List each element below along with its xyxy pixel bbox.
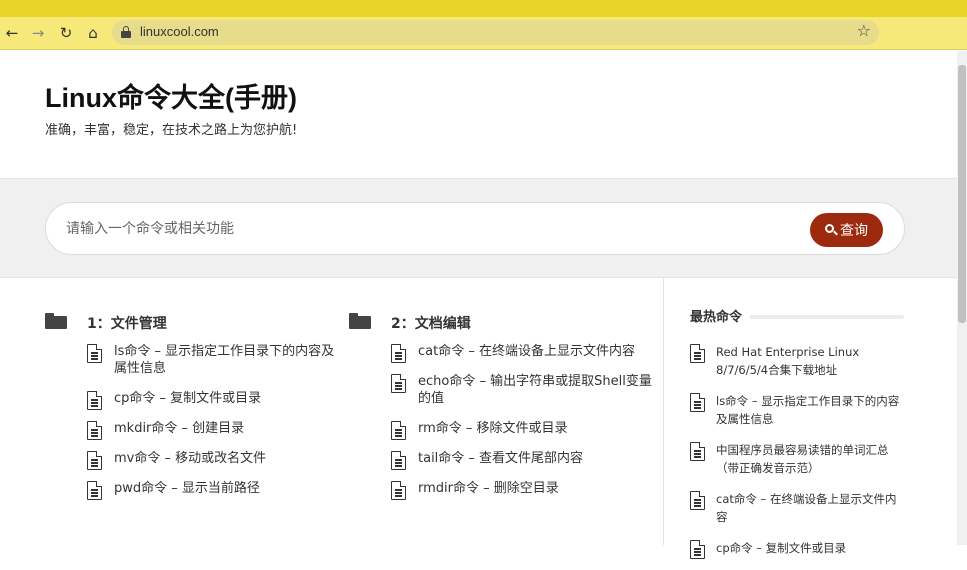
sidebar-title: 最热命令 [690, 306, 905, 326]
document-icon [391, 451, 406, 470]
command-link-text[interactable]: mv命令 – 移动或改名文件 [114, 451, 266, 466]
folder-icon [349, 313, 371, 329]
document-icon [87, 481, 102, 500]
home-icon[interactable]: ⌂ [82, 22, 104, 44]
command-link[interactable]: rm命令 – 移除文件或目录 [391, 420, 653, 440]
page-content: Linux命令大全(手册) 准确，丰富，稳定，在技术之路上为您护航! 查询 1：… [0, 51, 957, 559]
folder-icon [45, 313, 67, 329]
search-section: 查询 [0, 178, 957, 278]
hot-command-text[interactable]: ls命令 – 显示指定工作目录下的内容及属性信息 [716, 394, 899, 426]
document-icon [690, 491, 705, 510]
document-icon [690, 393, 705, 412]
scrollbar-thumb[interactable] [958, 65, 966, 323]
command-link-text[interactable]: rmdir命令 – 删除空目录 [418, 481, 559, 496]
bookmark-star-icon[interactable]: ☆ [857, 21, 871, 40]
document-icon [690, 540, 705, 559]
sidebar-divider [663, 278, 664, 545]
site-title[interactable]: Linux命令大全(手册) [45, 76, 297, 115]
document-icon [87, 421, 102, 440]
search-button-label: 查询 [840, 223, 868, 239]
command-list: cat命令 – 在终端设备上显示文件内容 echo命令 – 输出字符串或提取Sh… [391, 343, 653, 510]
lock-icon[interactable] [121, 26, 131, 38]
command-link[interactable]: mv命令 – 移动或改名文件 [87, 450, 347, 470]
search-input[interactable] [66, 217, 766, 241]
document-icon [391, 374, 406, 393]
command-link[interactable]: pwd命令 – 显示当前路径 [87, 480, 347, 500]
search-box: 查询 [45, 202, 905, 255]
hot-command-link[interactable]: ls命令 – 显示指定工作目录下的内容及属性信息 [690, 392, 905, 428]
hot-command-link[interactable]: cat命令 – 在终端设备上显示文件内容 [690, 490, 905, 526]
sidebar-title-rule [748, 315, 904, 319]
command-link-text[interactable]: cp命令 – 复制文件或目录 [114, 391, 261, 406]
hot-command-text[interactable]: cp命令 – 复制文件或目录 [716, 541, 846, 555]
document-icon [690, 442, 705, 461]
document-icon [391, 481, 406, 500]
document-icon [87, 451, 102, 470]
document-icon [87, 391, 102, 410]
page-scrollbar[interactable] [957, 51, 967, 545]
sidebar-title-text: 最热命令 [690, 310, 751, 325]
search-icon [825, 224, 838, 236]
command-link-text[interactable]: ls命令 – 显示指定工作目录下的内容及属性信息 [114, 344, 334, 376]
command-link-text[interactable]: cat命令 – 在终端设备上显示文件内容 [418, 344, 635, 359]
search-button[interactable]: 查询 [810, 213, 883, 247]
hot-commands-sidebar: 最热命令 Red Hat Enterprise Linux 8/7/6/5/4合… [690, 306, 905, 570]
command-link-text[interactable]: mkdir命令 – 创建目录 [114, 421, 244, 436]
command-link[interactable]: rmdir命令 – 删除空目录 [391, 480, 653, 500]
hot-commands-list: Red Hat Enterprise Linux 8/7/6/5/4合集下载地址… [690, 343, 905, 559]
address-bar[interactable]: linuxcool.com ☆ [112, 20, 879, 45]
document-icon [391, 344, 406, 363]
hot-command-link[interactable]: Red Hat Enterprise Linux 8/7/6/5/4合集下载地址 [690, 343, 905, 379]
url-text[interactable]: linuxcool.com [140, 24, 219, 39]
command-link-text[interactable]: echo命令 – 输出字符串或提取Shell变量的值 [418, 374, 652, 406]
back-arrow-icon[interactable]: ← [1, 22, 23, 44]
category-title[interactable]: 2：文档编辑 [391, 313, 471, 333]
command-link-text[interactable]: pwd命令 – 显示当前路径 [114, 481, 260, 496]
browser-toolbar: ← → ↻ ⌂ linuxcool.com ☆ [0, 17, 967, 50]
command-link[interactable]: tail命令 – 查看文件尾部内容 [391, 450, 653, 470]
hot-command-text[interactable]: cat命令 – 在终端设备上显示文件内容 [716, 492, 896, 524]
command-link-text[interactable]: rm命令 – 移除文件或目录 [418, 421, 568, 436]
reload-icon[interactable]: ↻ [55, 22, 77, 44]
hot-command-text[interactable]: Red Hat Enterprise Linux 8/7/6/5/4合集下载地址 [716, 345, 859, 377]
command-link-text[interactable]: tail命令 – 查看文件尾部内容 [418, 451, 583, 466]
command-link[interactable]: mkdir命令 – 创建目录 [87, 420, 347, 440]
hot-command-link[interactable]: cp命令 – 复制文件或目录 [690, 539, 905, 559]
command-link[interactable]: ls命令 – 显示指定工作目录下的内容及属性信息 [87, 343, 347, 377]
command-link[interactable]: cp命令 – 复制文件或目录 [87, 390, 347, 410]
hot-command-text[interactable]: 中国程序员最容易读错的单词汇总（带正确发音示范） [716, 443, 889, 475]
document-icon [391, 421, 406, 440]
command-link[interactable]: echo命令 – 输出字符串或提取Shell变量的值 [391, 373, 653, 407]
forward-arrow-icon[interactable]: → [27, 22, 49, 44]
site-tagline: 准确，丰富，稳定，在技术之路上为您护航! [45, 123, 298, 138]
browser-tab-strip [0, 0, 967, 17]
document-icon [690, 344, 705, 363]
command-link[interactable]: cat命令 – 在终端设备上显示文件内容 [391, 343, 653, 363]
command-list: ls命令 – 显示指定工作目录下的内容及属性信息 cp命令 – 复制文件或目录 … [87, 343, 347, 510]
category-title[interactable]: 1：文件管理 [87, 313, 167, 333]
hot-command-link[interactable]: 中国程序员最容易读错的单词汇总（带正确发音示范） [690, 441, 905, 477]
document-icon [87, 344, 102, 363]
